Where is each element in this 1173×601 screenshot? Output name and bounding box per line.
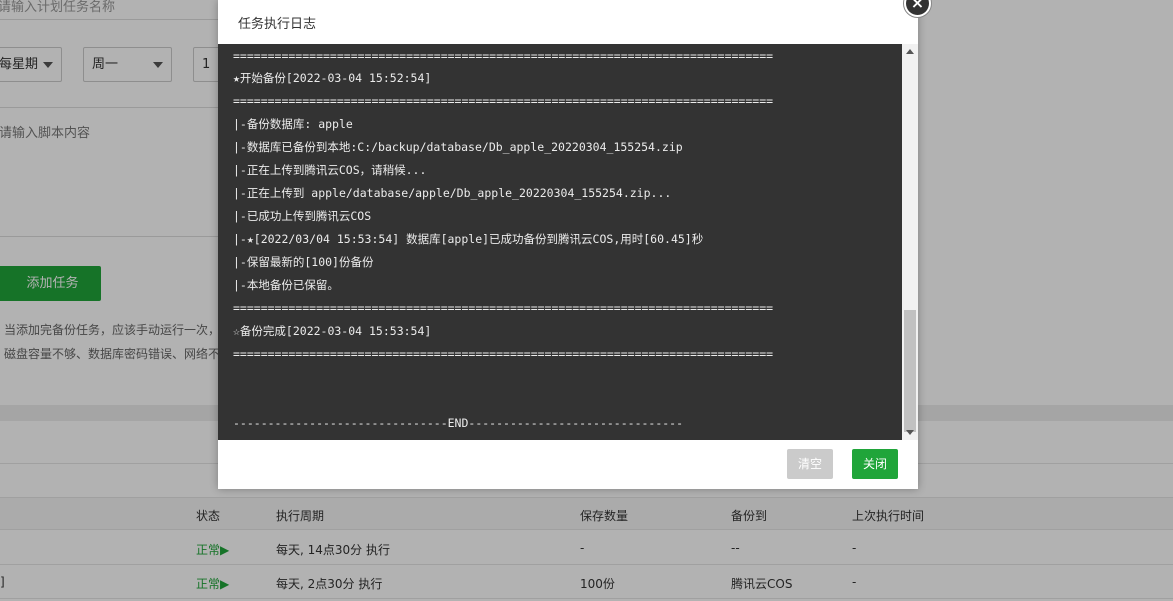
log-line: |-本地备份已保留。 (233, 278, 339, 292)
close-icon: × (906, 0, 929, 15)
dialog-title: 任务执行日志 (238, 17, 317, 32)
log-line: ========================================… (233, 94, 774, 108)
log-line: |-保留最新的[100]份备份 (233, 255, 374, 269)
task-log-dialog: 任务执行日志 =================================… (218, 0, 932, 489)
close-button[interactable]: 关闭 (852, 449, 898, 479)
log-line: ========================================… (233, 301, 774, 315)
log-line: ========================================… (233, 347, 774, 361)
log-line: |-正在上传到 apple/database/apple/Db_apple_20… (233, 186, 672, 200)
log-output[interactable]: ========================================… (218, 44, 918, 440)
log-line: |-备份数据库: apple (233, 117, 353, 131)
log-line: ========================================… (233, 49, 774, 63)
log-line: ★开始备份[2022-03-04 15:52:54] (233, 71, 432, 85)
log-line: ☆备份完成[2022-03-04 15:53:54] (233, 324, 432, 338)
log-line: |-★[2022/03/04 15:53:54] 数据库[apple]已成功备份… (233, 232, 704, 246)
scroll-down-icon[interactable] (906, 430, 914, 435)
log-line: |-正在上传到腾讯云COS，请稍候... (233, 163, 427, 177)
scroll-up-icon[interactable] (906, 49, 914, 54)
log-line: |-数据库已备份到本地:C:/backup/database/Db_apple_… (233, 140, 683, 154)
log-scrollbar[interactable] (902, 44, 918, 440)
scrollbar-thumb[interactable] (904, 310, 916, 432)
log-line: -------------------------------END------… (233, 416, 684, 430)
clear-button[interactable]: 清空 (787, 449, 833, 479)
log-line: |-已成功上传到腾讯云COS (233, 209, 372, 223)
